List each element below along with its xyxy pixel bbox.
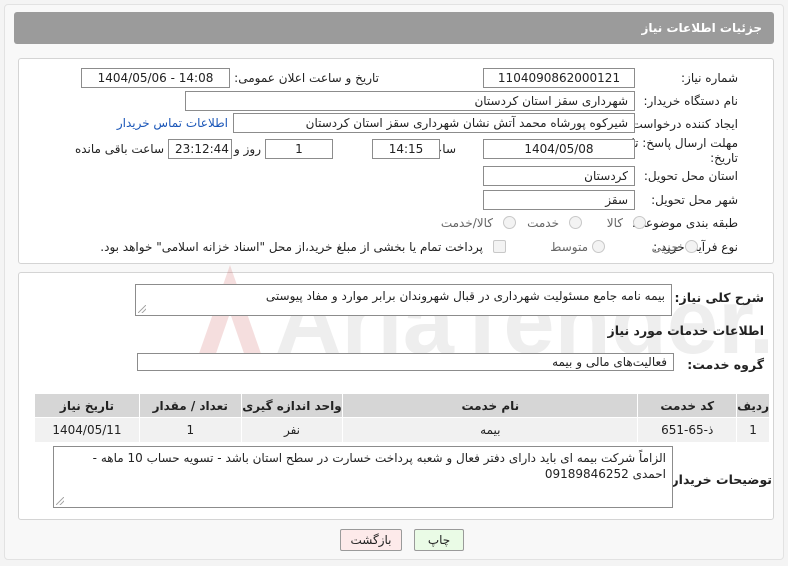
- category-goods-service-label: کالا/خدمت: [440, 216, 493, 230]
- buyer-org-field[interactable]: شهرداری سقز استان کردستان: [185, 91, 635, 111]
- requester-field[interactable]: شیرکوه پورشاه محمد آتش نشان شهرداری سقز …: [233, 113, 635, 133]
- back-button[interactable]: بازگشت: [340, 529, 402, 551]
- category-goods-radio[interactable]: [633, 216, 646, 229]
- table-header-row: ردیف کد خدمت نام خدمت واحد اندازه گیری ت…: [34, 393, 770, 418]
- buyer-notes-field[interactable]: الزاماً شرکت بیمه ای باید دارای دفتر فعا…: [53, 446, 673, 508]
- summary-label: شرح کلی نیاز:: [674, 290, 764, 305]
- remaining-days-label: روز و: [234, 142, 261, 156]
- category-label: طبقه بندی موضوعی:: [631, 216, 738, 230]
- cell-need-date: 1404/05/11: [34, 417, 140, 443]
- purchase-medium-label: متوسط: [550, 240, 588, 254]
- buyer-notes-label: توضیحات خریدار:: [666, 472, 772, 487]
- city-label: شهر محل تحویل:: [651, 193, 738, 207]
- buyer-org-label: نام دستگاه خریدار:: [643, 94, 739, 108]
- purchase-minor-radio[interactable]: [685, 240, 698, 253]
- summary-field[interactable]: بیمه نامه جامع مسئولیت شهرداری در قبال ش…: [135, 284, 672, 316]
- remaining-time-label: ساعت باقی مانده: [74, 142, 164, 156]
- buyer-contact-link[interactable]: اطلاعات تماس خریدار: [117, 116, 228, 130]
- category-goods-label: کالا: [606, 216, 623, 230]
- city-field[interactable]: سقز: [483, 190, 635, 210]
- service-group-field[interactable]: فعالیت‌های مالی و بیمه: [137, 353, 674, 371]
- print-button[interactable]: چاپ: [414, 529, 464, 551]
- need-number-label: شماره نیاز:: [681, 71, 738, 85]
- province-label: استان محل تحویل:: [643, 169, 738, 183]
- province-field[interactable]: کردستان: [483, 166, 635, 186]
- col-service-code: کد خدمت: [637, 393, 738, 418]
- requester-label: ایجاد کننده درخواست:: [627, 117, 738, 131]
- summary-text: بیمه نامه جامع مسئولیت شهرداری در قبال ش…: [265, 289, 665, 303]
- category-service-label: خدمت: [527, 216, 559, 230]
- cell-unit: نفر: [240, 417, 344, 443]
- buyer-notes-text: الزاماً شرکت بیمه ای باید دارای دفتر فعا…: [92, 451, 666, 481]
- col-service-name: نام خدمت: [342, 393, 639, 418]
- deadline-time-field[interactable]: 14:15: [372, 139, 440, 159]
- purchase-medium-radio[interactable]: [592, 240, 605, 253]
- purchase-minor-label: جزیی: [651, 240, 679, 254]
- page-title: جزئیات اطلاعات نیاز: [14, 12, 774, 44]
- deadline-label: مهلت ارسال پاسخ: تا تاریخ:: [631, 136, 738, 166]
- category-service-radio[interactable]: [569, 216, 582, 229]
- resize-grip-icon[interactable]: [138, 305, 146, 313]
- remaining-time-field[interactable]: 23:12:44: [168, 139, 232, 159]
- deadline-date-field[interactable]: 1404/05/08: [483, 139, 635, 159]
- announce-datetime-label: تاریخ و ساعت اعلان عمومی:: [234, 71, 379, 85]
- cell-row: 1: [736, 417, 770, 443]
- remaining-days-field[interactable]: 1: [265, 139, 333, 159]
- resize-grip-icon[interactable]: [56, 497, 64, 505]
- cell-quantity: 1: [138, 417, 242, 443]
- deadline-label-line1: مهلت ارسال پاسخ: تا: [631, 136, 738, 150]
- col-quantity: تعداد / مقدار: [138, 393, 242, 418]
- col-row: ردیف: [736, 393, 770, 418]
- service-group-label: گروه خدمت:: [687, 357, 764, 372]
- cell-service-code: ذ-65-651: [637, 417, 738, 443]
- announce-datetime-field[interactable]: 1404/05/06 - 14:08: [81, 68, 230, 88]
- need-number-field[interactable]: 1104090862000121: [483, 68, 635, 88]
- treasury-bonds-checkbox[interactable]: [493, 240, 506, 253]
- services-heading: اطلاعات خدمات مورد نیاز: [607, 323, 765, 338]
- col-need-date: تاریخ نیاز: [34, 393, 140, 418]
- services-table: ردیف کد خدمت نام خدمت واحد اندازه گیری ت…: [34, 393, 770, 443]
- col-unit: واحد اندازه گیری: [240, 393, 344, 418]
- deadline-label-line2: تاریخ:: [710, 151, 738, 165]
- category-goods-service-radio[interactable]: [503, 216, 516, 229]
- table-row[interactable]: 1 ذ-65-651 بیمه نفر 1 1404/05/11: [34, 417, 770, 443]
- treasury-bonds-note: پرداخت تمام یا بخشی از مبلغ خرید،از محل …: [100, 240, 483, 254]
- cell-service-name: بیمه: [342, 417, 639, 443]
